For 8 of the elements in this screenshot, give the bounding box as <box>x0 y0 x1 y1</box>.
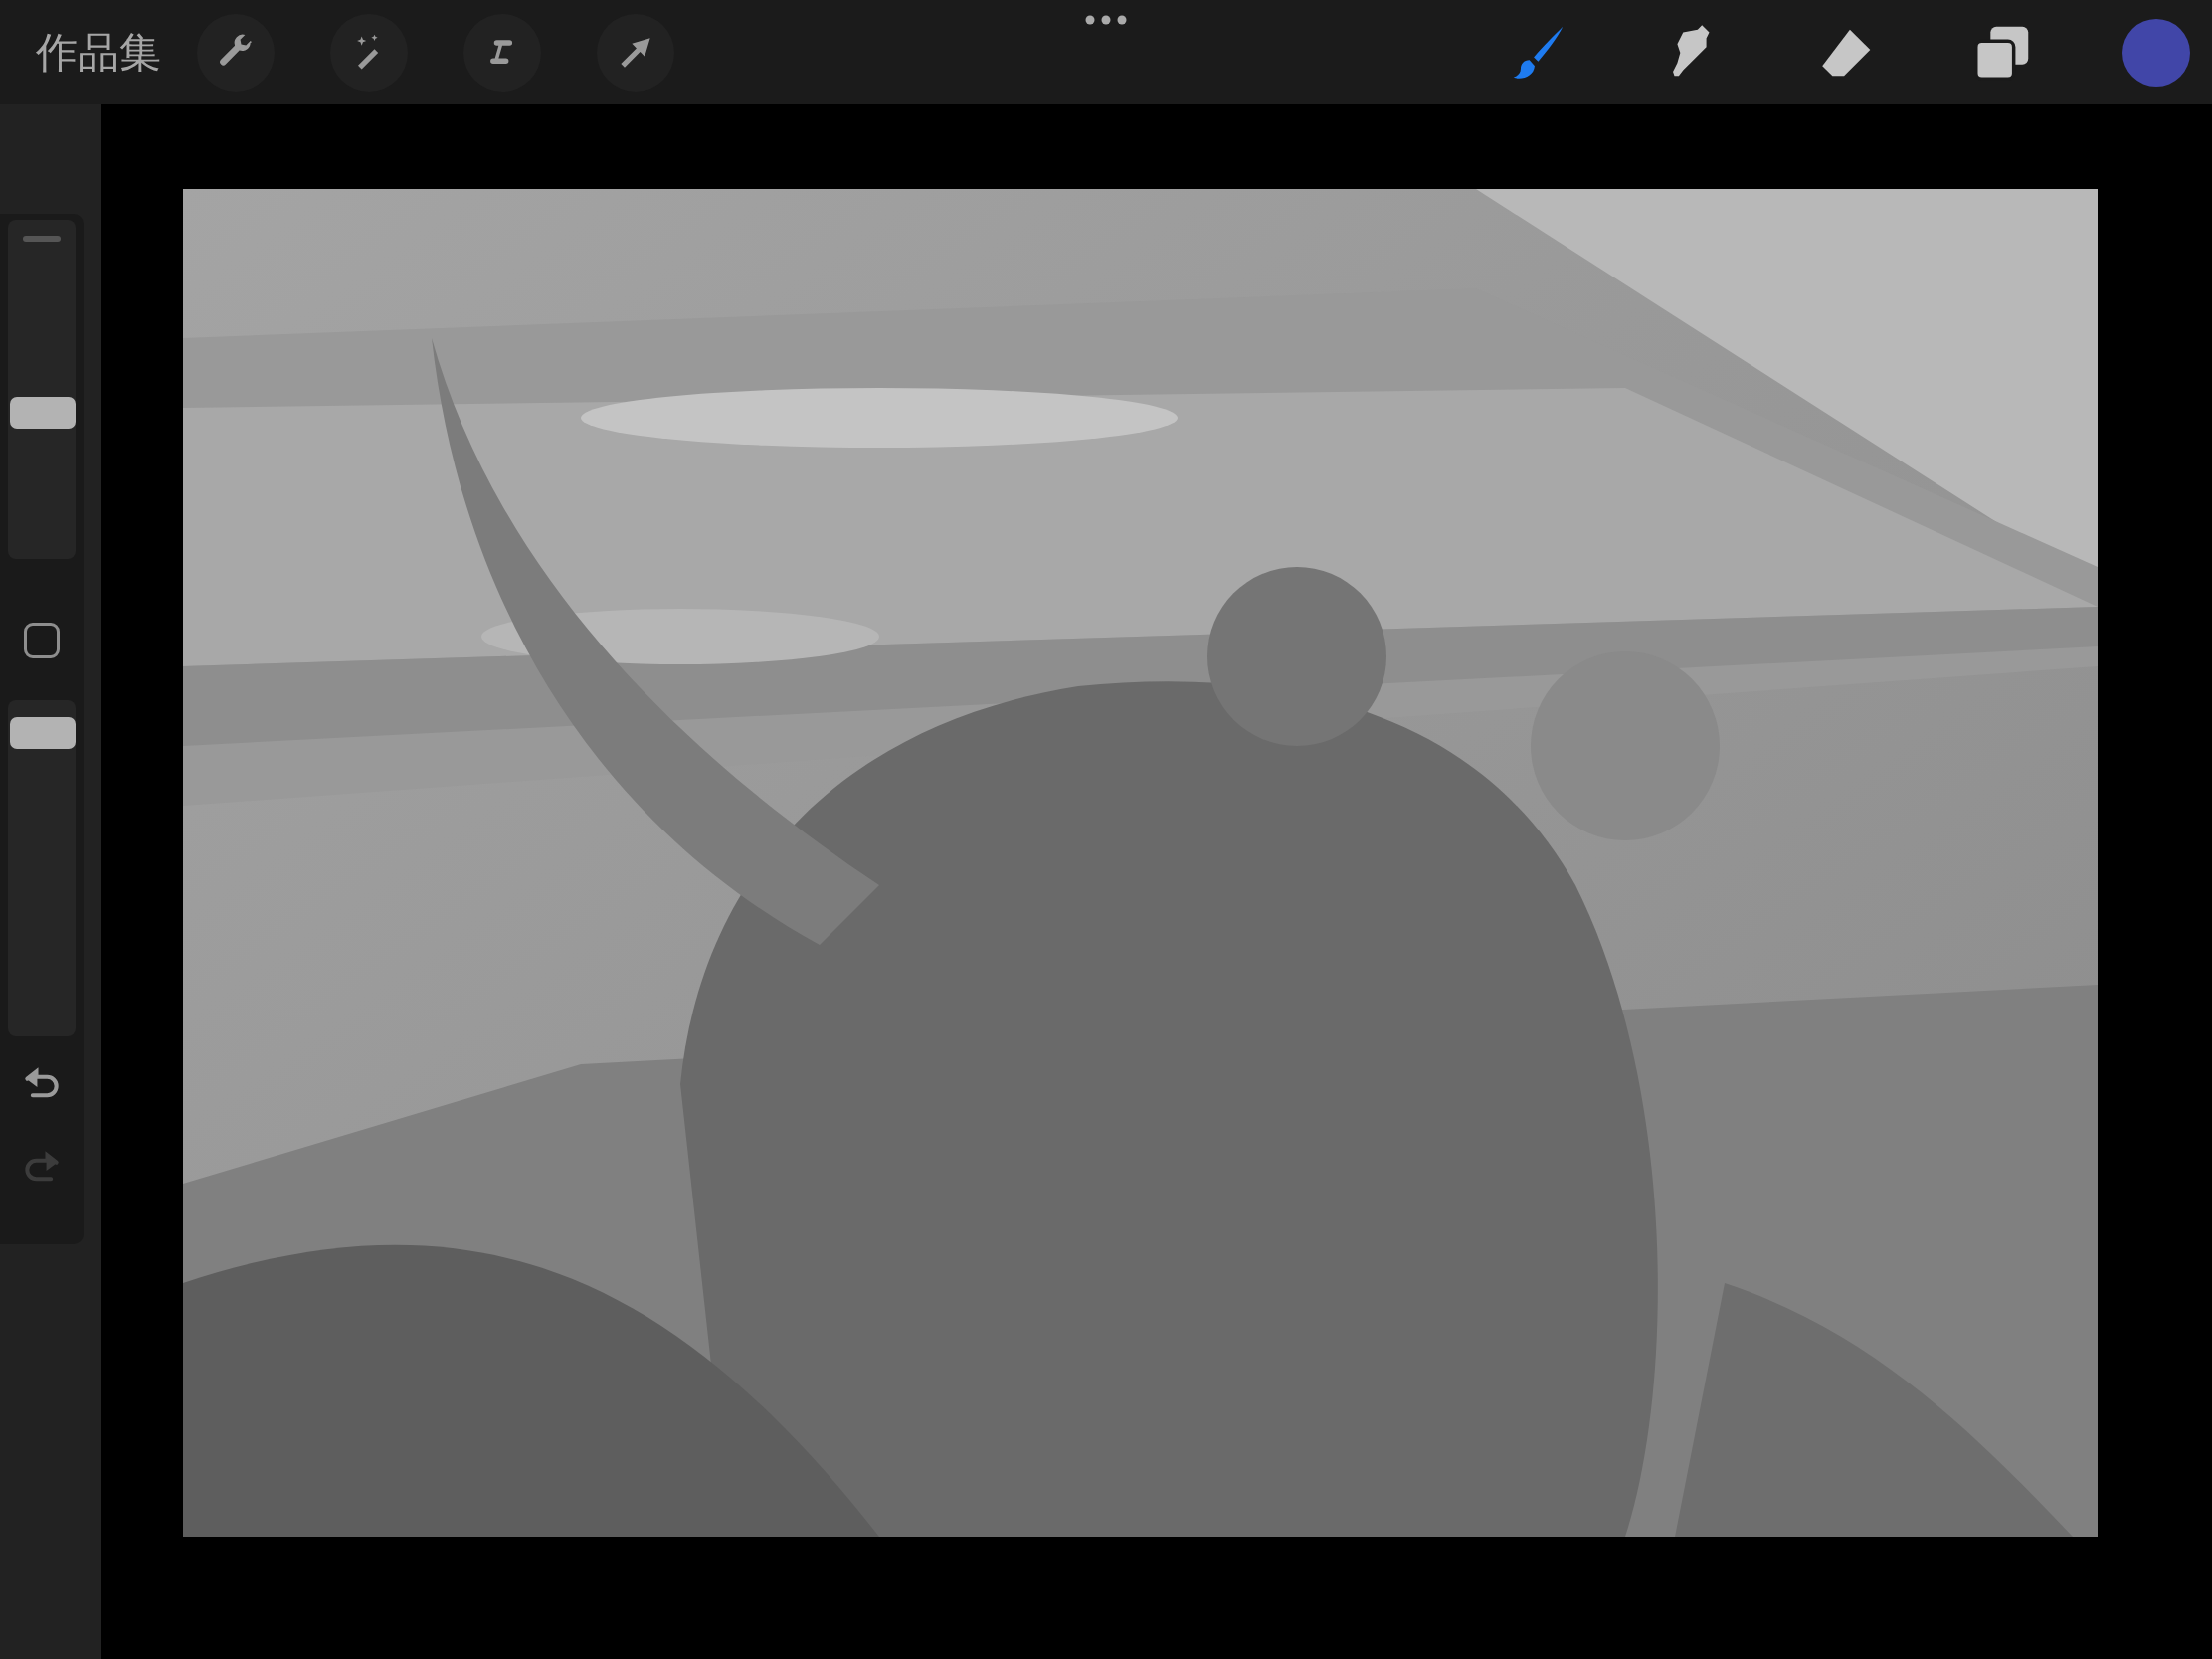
drag-handle[interactable] <box>23 236 61 242</box>
modify-button[interactable] <box>24 623 60 658</box>
more-icon[interactable] <box>1084 14 1128 26</box>
slider-thumb[interactable] <box>10 716 76 749</box>
slider-thumb[interactable] <box>10 397 76 430</box>
opacity-slider[interactable] <box>8 700 76 1036</box>
gallery-link[interactable]: 作品集 <box>36 24 161 81</box>
brush-size-slider[interactable] <box>8 220 76 559</box>
